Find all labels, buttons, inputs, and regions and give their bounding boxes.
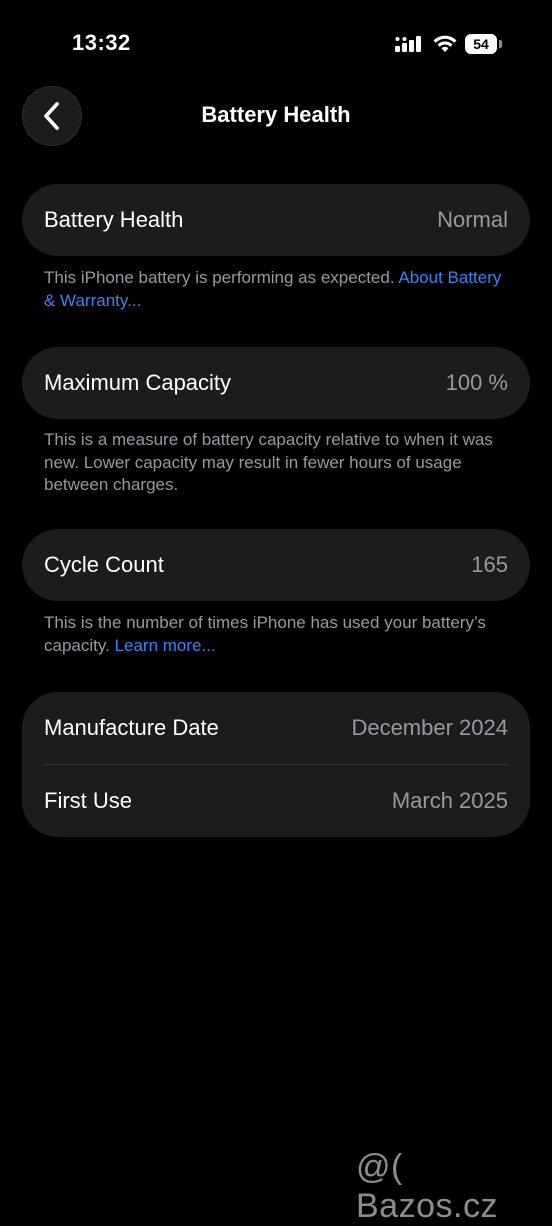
battery-health-value: Normal <box>437 207 508 232</box>
first-use-value: March 2025 <box>391 788 508 813</box>
cycle-count-card: Cycle Count 165 <box>22 529 530 601</box>
status-time: 13:32 <box>72 30 131 55</box>
battery-health-footnote-text: This iPhone battery is performing as exp… <box>44 268 395 287</box>
watermark: @( Bazos.cz <box>356 1148 498 1225</box>
cycle-count-label: Cycle Count <box>44 552 164 577</box>
battery-health-card: Battery Health Normal <box>22 184 530 256</box>
signal-icon <box>395 36 421 52</box>
cycle-count-footnote-text: This is the number of times iPhone has u… <box>44 613 486 655</box>
cycle-count-footnote: This is the number of times iPhone has u… <box>44 612 514 657</box>
status-bar: 13:32 54 <box>0 0 552 88</box>
manufacture-date-value: December 2024 <box>351 715 508 740</box>
battery-tip <box>499 40 502 48</box>
maximum-capacity-footnote: This is a measure of battery capacity re… <box>44 429 514 497</box>
manufacture-date-label: Manufacture Date <box>44 715 219 740</box>
first-use-row: First Use March 2025 <box>22 765 530 837</box>
first-use-label: First Use <box>44 788 132 813</box>
maximum-capacity-footnote-text: This is a measure of battery capacity re… <box>44 430 493 494</box>
wifi-icon <box>433 35 457 52</box>
page-title: Battery Health <box>201 102 351 127</box>
battery-icon: 54 <box>465 34 502 54</box>
cycle-count-row: Cycle Count 165 <box>22 529 530 601</box>
cycle-count-value: 165 <box>471 552 508 577</box>
maximum-capacity-label: Maximum Capacity <box>44 370 232 395</box>
maximum-capacity-row: Maximum Capacity 100 % <box>22 347 530 419</box>
dates-card: Manufacture Date December 2024 First Use… <box>22 692 530 837</box>
maximum-capacity-value: 100 % <box>445 370 508 395</box>
learn-more-link[interactable]: Learn more... <box>115 636 216 655</box>
battery-level: 54 <box>465 34 497 54</box>
battery-health-row[interactable]: Battery Health Normal <box>22 184 530 256</box>
manufacture-date-row: Manufacture Date December 2024 <box>22 692 530 764</box>
battery-health-footnote: This iPhone battery is performing as exp… <box>44 267 514 312</box>
battery-health-label: Battery Health <box>44 207 184 232</box>
maximum-capacity-card: Maximum Capacity 100 % <box>22 347 530 419</box>
